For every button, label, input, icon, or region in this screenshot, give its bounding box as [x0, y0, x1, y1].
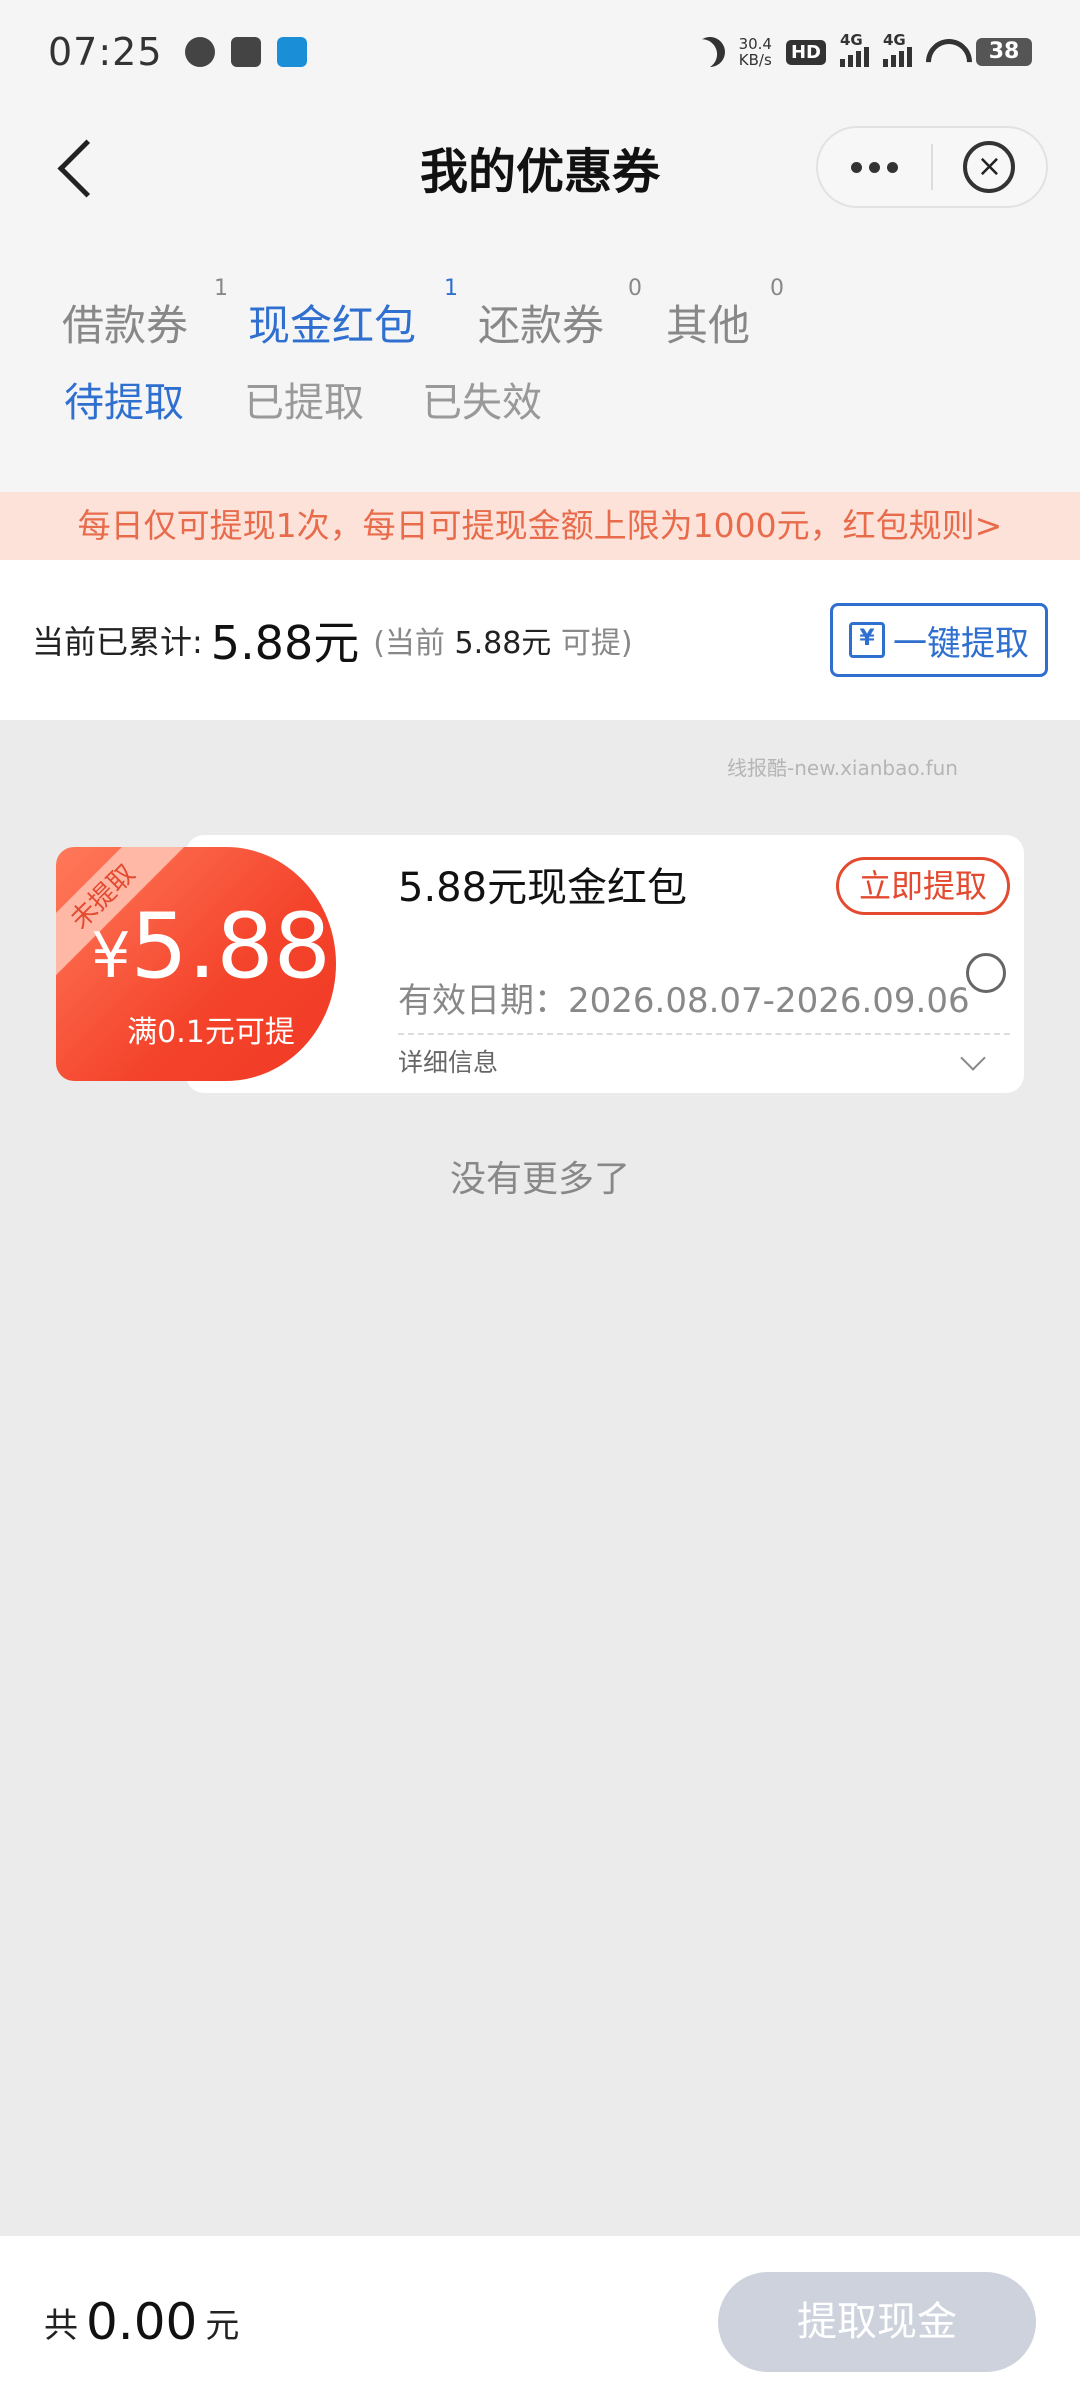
chevron-down-icon[interactable] — [960, 1045, 986, 1071]
status-time: 07:25 — [48, 30, 163, 74]
withdraw-cash-button[interactable]: 提取现金 — [718, 2272, 1036, 2372]
watermark: 线报酷-new.xianbao.fun — [727, 756, 958, 780]
hd-icon: HD — [785, 39, 826, 65]
subtab-claimed[interactable]: 已提取 — [244, 370, 364, 428]
tab-count: 1 — [444, 276, 458, 301]
bottom-bar: 共 0.00 元 提取现金 — [0, 2236, 1080, 2408]
coupon-validity: 有效日期：2026.08.07-2026.09.06 — [398, 981, 970, 1021]
redeem-now-button[interactable]: 立即提取 — [835, 857, 1010, 915]
signal-label-2: 4G — [883, 31, 906, 49]
currency-symbol: ¥ — [91, 919, 131, 992]
do-not-disturb-icon — [689, 32, 730, 73]
mail-icon — [230, 37, 261, 67]
network-speed-unit: KB/s — [738, 51, 772, 69]
summary-amount: 5.88元 — [210, 616, 360, 670]
total-label: 共 — [44, 2305, 78, 2346]
more-icon — [851, 161, 862, 173]
coupon-card: 5.88元现金红包 立即提取 有效日期：2026.08.07-2026.09.0… — [56, 835, 1024, 1093]
subtab-expired[interactable]: 已失效 — [422, 370, 542, 428]
subtab-pending[interactable]: 待提取 — [64, 370, 184, 428]
tab-cash-red-packet[interactable]: 现金红包 1 — [248, 276, 458, 353]
header: 我的优惠券 × — [0, 104, 1080, 234]
network-speed: 30.4 KB/s — [739, 36, 772, 68]
tab-loan-coupon[interactable]: 借款券 1 — [62, 276, 228, 353]
status-bar: 07:25 30.4 KB/s HD 4G 4G 38 — [0, 0, 1080, 104]
signal-label: 4G — [840, 31, 863, 49]
tab-label: 还款券 — [478, 301, 605, 350]
rules-notice[interactable]: 每日仅可提现1次，每日可提现金额上限为1000元，红包规则> — [0, 492, 1080, 560]
claim-all-button[interactable]: ¥ 一键提取 — [830, 603, 1048, 677]
close-button[interactable]: × — [933, 128, 1046, 206]
total-unit: 元 — [205, 2305, 240, 2346]
app-notification-icon — [276, 37, 307, 67]
card-divider — [398, 1033, 1010, 1035]
coupon-tabs: 借款券 1 现金红包 1 还款券 0 其他 0 待提取 已提取 已失效 — [0, 234, 1080, 492]
tab-label: 借款券 — [62, 301, 189, 350]
summary-note: (当前 5.88元 可提) — [373, 618, 632, 662]
battery-icon: 38 — [976, 38, 1032, 66]
coupon-value-panel: 未提取 ¥5.88 满0.1元可提 — [56, 847, 336, 1081]
total-amount: 0.00 — [86, 2293, 198, 2351]
status-right: 30.4 KB/s HD 4G 4G 38 — [695, 31, 1032, 68]
close-icon: × — [963, 141, 1016, 193]
page: 07:25 30.4 KB/s HD 4G 4G 38 我的优惠券 × 借款券 … — [0, 0, 1080, 2408]
tab-label: 现金红包 — [248, 301, 417, 350]
coupon-value: ¥5.88 — [56, 897, 336, 1006]
coupon-title: 5.88元现金红包 — [398, 865, 688, 911]
coupon-condition: 满0.1元可提 — [127, 1015, 295, 1050]
yen-box-icon: ¥ — [849, 622, 885, 658]
no-more-text: 没有更多了 — [449, 1159, 630, 1200]
mini-program-capsule: × — [816, 126, 1048, 208]
coupon-amount: 5.88 — [130, 894, 331, 999]
summary-label: 当前已累计: — [32, 623, 203, 661]
summary-note-prefix: (当前 — [373, 626, 445, 661]
tab-other[interactable]: 其他 0 — [666, 276, 784, 353]
tab-repayment-coupon[interactable]: 还款券 0 — [478, 276, 642, 353]
tab-count: 0 — [770, 276, 784, 301]
signal-icon: 4G — [840, 31, 869, 67]
more-button[interactable] — [818, 128, 931, 206]
wifi-icon — [926, 39, 962, 65]
signal-icon-2: 4G — [883, 31, 912, 67]
detail-info-link[interactable]: 详细信息 — [398, 1043, 498, 1079]
select-radio[interactable] — [966, 953, 1006, 993]
tab-count: 0 — [628, 276, 642, 301]
summary-note-suffix: 可提) — [560, 626, 633, 661]
accumulated-summary: 当前已累计: 5.88元 (当前 5.88元 可提) ¥ 一键提取 — [0, 560, 1080, 720]
tab-count: 1 — [214, 276, 228, 301]
message-icon — [184, 37, 215, 67]
tab-label: 其他 — [666, 301, 751, 350]
summary-note-amount: 5.88元 — [454, 626, 552, 661]
notification-icons — [184, 37, 307, 67]
claim-all-label: 一键提取 — [893, 623, 1029, 664]
